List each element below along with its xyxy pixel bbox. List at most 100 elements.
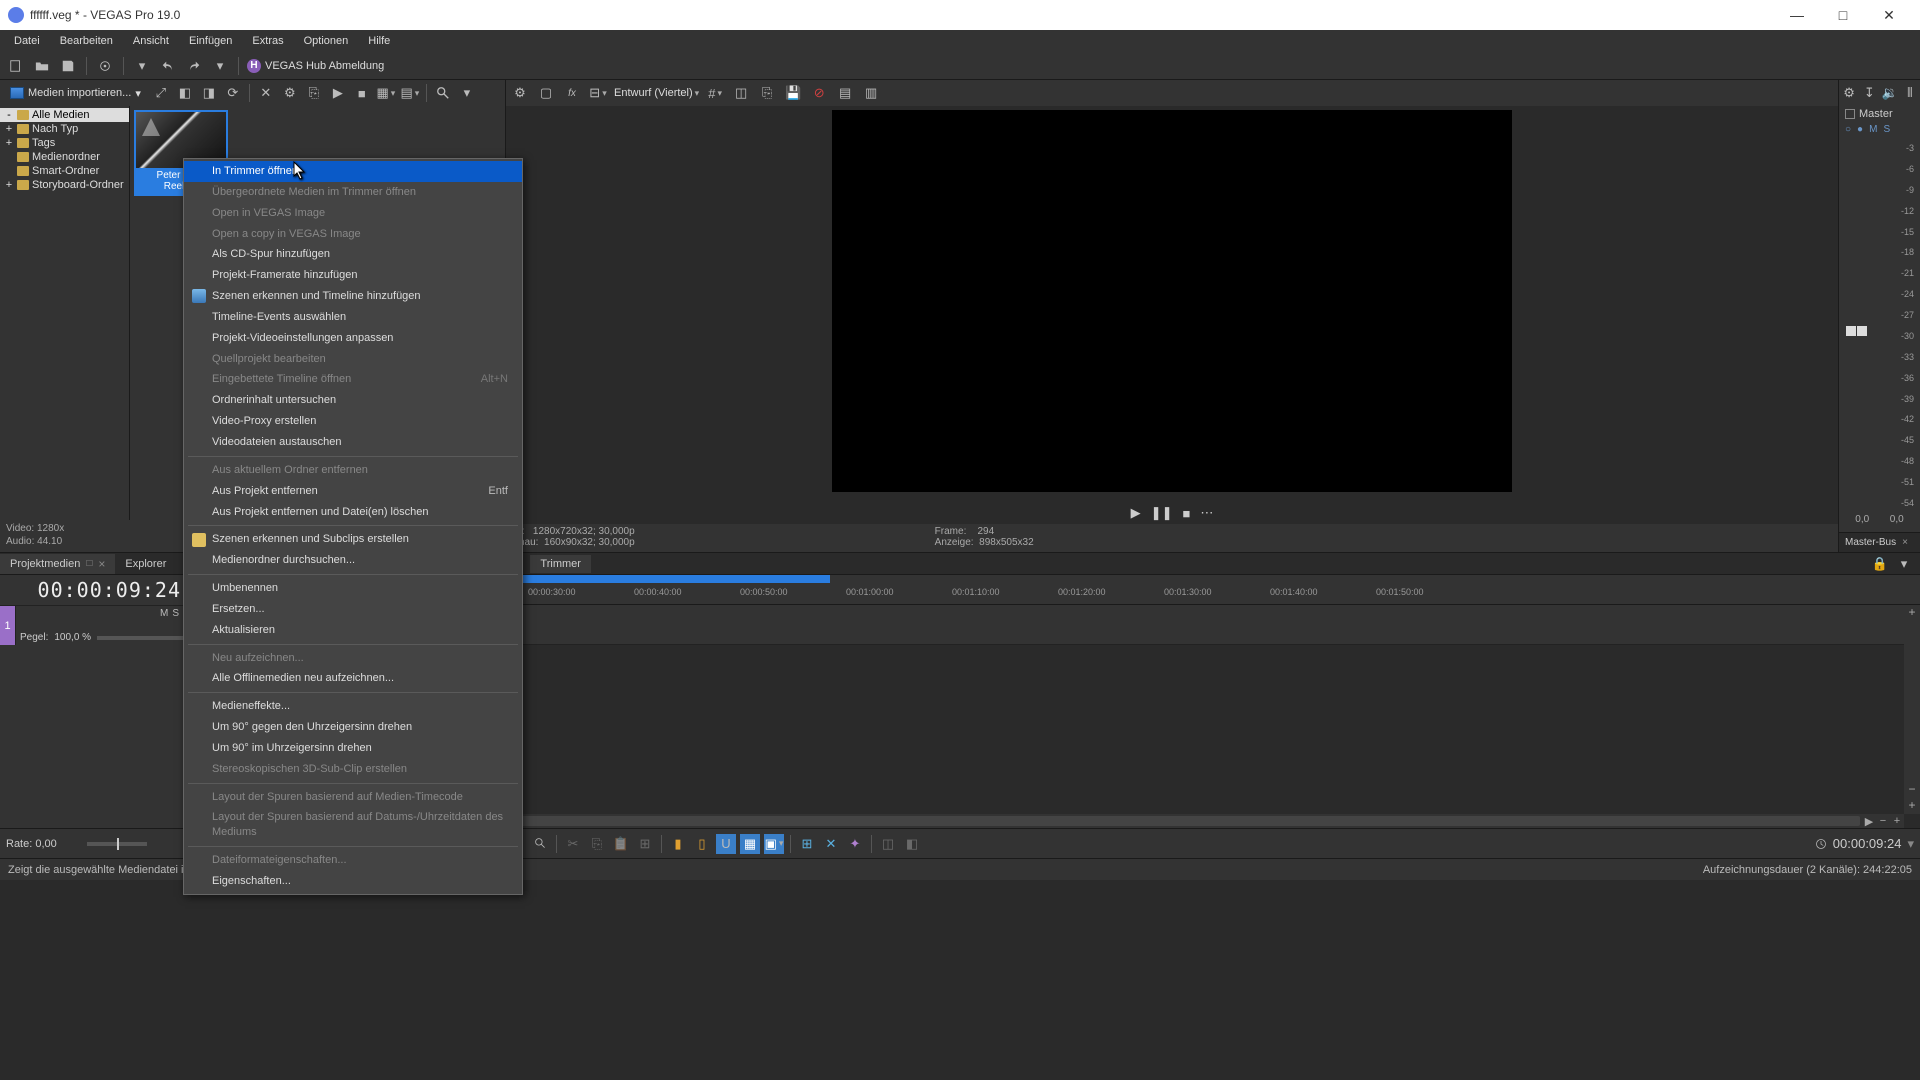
close-button[interactable]: ✕ [1866, 0, 1912, 30]
preview-copy-icon[interactable]: ⎘ [757, 83, 777, 103]
menu-ansicht[interactable]: Ansicht [123, 32, 179, 50]
redo-dropdown-icon[interactable]: ▾ [210, 56, 230, 76]
context-menu-item[interactable]: Projekt-Videoeinstellungen anpassen [184, 328, 522, 349]
tree-expander[interactable]: - [4, 109, 14, 121]
tree-item-by-type[interactable]: +Nach Typ [0, 122, 129, 136]
tab-projektmedien[interactable]: Projektmedien □ × [0, 554, 115, 574]
preview-tool-icon[interactable]: ▥ [861, 83, 881, 103]
transport-timecode[interactable]: 00:00:09:24 [1833, 836, 1902, 851]
master-auto-off[interactable]: ○ [1845, 124, 1851, 135]
dock-menu-icon[interactable]: ▾ [1894, 554, 1914, 574]
context-menu-item[interactable]: Timeline-Events auswählen [184, 307, 522, 328]
undo-icon[interactable] [158, 56, 178, 76]
lock-icon[interactable]: 🔒 [1870, 554, 1890, 574]
timecode-lock-icon[interactable]: ▾ [1907, 836, 1914, 852]
menu-datei[interactable]: Datei [4, 32, 50, 50]
preview-no-icon[interactable]: ⊘ [809, 83, 829, 103]
pin-icon[interactable]: □ [86, 558, 92, 569]
context-menu-item[interactable]: Als CD-Spur hinzufügen [184, 244, 522, 265]
snap-options-icon[interactable]: ▣ [764, 834, 784, 854]
context-menu-item[interactable]: Szenen erkennen und Subclips erstellen [184, 529, 522, 550]
marker-add2-icon[interactable]: ▯ [692, 834, 712, 854]
context-menu-item[interactable]: Aktualisieren [184, 620, 522, 641]
tool-icon[interactable]: 📋 [611, 834, 631, 854]
preview-stop-button[interactable]: ■ [1182, 506, 1190, 521]
tool-icon[interactable]: ✦ [845, 834, 865, 854]
master-down-icon[interactable]: ↧ [1859, 83, 1879, 103]
master-auto-on[interactable]: ● [1857, 124, 1863, 135]
tree-item-smart-bins[interactable]: Smart-Ordner [0, 164, 129, 178]
context-menu-item[interactable]: Eigenschaften... [184, 871, 522, 892]
maximize-button[interactable]: □ [1820, 0, 1866, 30]
hub-link[interactable]: HVEGAS Hub Abmeldung [247, 59, 384, 73]
search-icon[interactable] [433, 83, 453, 103]
master-settings-icon[interactable]: ⚙ [1839, 83, 1859, 103]
preview-more-button[interactable]: ⋯ [1200, 505, 1213, 521]
preview-play-button[interactable]: ▶ [1131, 505, 1141, 521]
auto-ripple-icon[interactable]: ⊞ [797, 834, 817, 854]
tool-icon[interactable]: ✂ [563, 834, 583, 854]
master-solo[interactable]: S [1883, 124, 1890, 135]
context-menu-item[interactable]: Medieneffekte... [184, 696, 522, 717]
context-menu-item[interactable]: Aus Projekt entfernenEntf [184, 481, 522, 502]
close-icon[interactable]: ✕ [256, 83, 276, 103]
preview-tool-icon[interactable]: ▤ [835, 83, 855, 103]
track-mute[interactable]: M [160, 608, 168, 619]
master-tab[interactable]: Master-Bus × [1839, 532, 1920, 552]
zoom-in-icon[interactable]: + [1904, 798, 1920, 814]
properties-icon[interactable] [95, 56, 115, 76]
tool-icon[interactable]: ⊞ [635, 834, 655, 854]
save-icon[interactable] [58, 56, 78, 76]
menu-extras[interactable]: Extras [242, 32, 293, 50]
auto-crossfade-icon[interactable]: ✕ [821, 834, 841, 854]
redo-icon[interactable] [184, 56, 204, 76]
close-icon[interactable]: × [98, 557, 105, 571]
menu-hilfe[interactable]: Hilfe [358, 32, 400, 50]
master-dim-icon[interactable]: 🔉 [1880, 83, 1900, 103]
close-icon[interactable]: × [1902, 537, 1908, 548]
minimize-button[interactable]: — [1774, 0, 1820, 30]
zoom-out-icon[interactable]: − [1904, 782, 1920, 798]
preview-split-icon[interactable]: ⊟ [588, 83, 608, 103]
context-menu-item[interactable]: Um 90° im Uhrzeigersinn drehen [184, 738, 522, 759]
context-menu-item[interactable]: Um 90° gegen den Uhrzeigersinn drehen [184, 717, 522, 738]
search-dropdown-icon[interactable]: ▾ [457, 83, 477, 103]
tree-expander[interactable]: + [4, 123, 14, 135]
marker-add-icon[interactable]: ▮ [668, 834, 688, 854]
preview-fx-icon[interactable]: fx [562, 83, 582, 103]
context-menu-item[interactable]: Ordnerinhalt untersuchen [184, 390, 522, 411]
play-icon[interactable]: ▶ [328, 83, 348, 103]
undo-dropdown-icon[interactable]: ▾ [132, 56, 152, 76]
context-menu[interactable]: In Trimmer öffnenÜbergeordnete Medien im… [183, 158, 523, 895]
media-tool-icon[interactable]: ⟳ [223, 83, 243, 103]
snap-icon[interactable]: U [716, 834, 736, 854]
zoom-out-icon[interactable]: − [1876, 815, 1890, 827]
preview-settings-icon[interactable]: ⚙ [510, 83, 530, 103]
preview-canvas[interactable] [832, 110, 1512, 492]
new-project-icon[interactable] [6, 56, 26, 76]
quantize-icon[interactable]: ▦ [740, 834, 760, 854]
preview-save-icon[interactable]: 💾 [783, 83, 803, 103]
master-sliders-icon[interactable]: ⫴ [1900, 83, 1920, 103]
track-number[interactable]: 1 [0, 606, 16, 645]
meter-fader[interactable] [1845, 326, 1867, 336]
tree-item-tags[interactable]: +Tags [0, 136, 129, 150]
timeline-v-scrollbar[interactable]: + − + [1904, 605, 1920, 814]
media-tool-icon[interactable]: ◨ [199, 83, 219, 103]
rate-slider[interactable] [87, 842, 147, 846]
settings-icon[interactable]: ⚙ [280, 83, 300, 103]
tree-item-storyboard-bins[interactable]: +Storyboard-Ordner [0, 178, 129, 192]
tool-icon[interactable]: ◧ [902, 834, 922, 854]
track-header[interactable]: 1 M S ⋯ Pegel: 100,0 % [0, 605, 197, 645]
context-menu-item[interactable]: Umbenennen [184, 578, 522, 599]
context-menu-item[interactable]: Ersetzen... [184, 599, 522, 620]
master-mute[interactable]: M [1869, 124, 1877, 135]
tree-item-all-media[interactable]: -Alle Medien [0, 108, 129, 122]
tab-trimmer[interactable]: Trimmer [530, 555, 591, 573]
tree-item-media-bins[interactable]: Medienordner [0, 150, 129, 164]
sort-icon[interactable]: ▤ [400, 83, 420, 103]
import-media-button[interactable]: Medien importieren... ▾ [4, 85, 147, 102]
context-menu-item[interactable]: Videodateien austauschen [184, 432, 522, 453]
menu-einfuegen[interactable]: Einfügen [179, 32, 242, 50]
preview-grid-icon[interactable]: # [705, 83, 725, 103]
